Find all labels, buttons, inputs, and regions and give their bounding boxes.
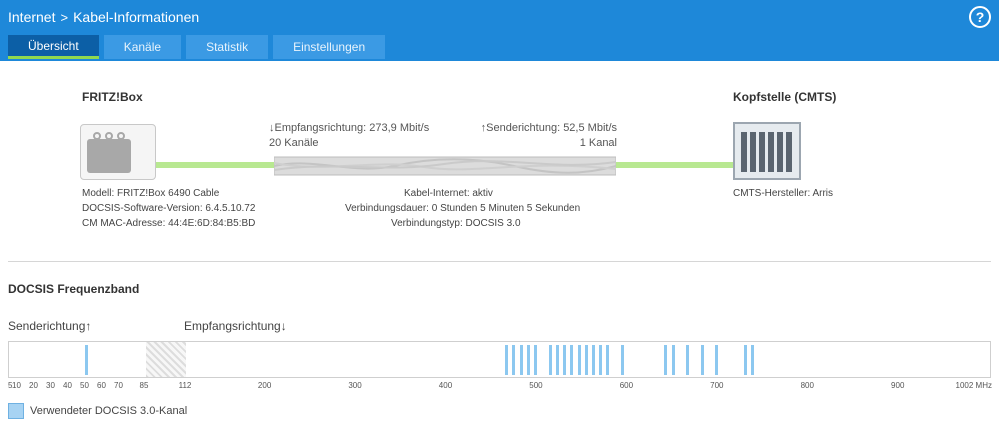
frequency-band [8, 341, 991, 378]
chevron-right-icon: > [60, 9, 69, 25]
downstream-channel-bar [592, 345, 596, 375]
frequency-tick: 200 [257, 381, 272, 390]
frequency-tick: 300 [348, 381, 362, 390]
tab-uebersicht[interactable]: Übersicht [8, 35, 99, 59]
downstream-channel-bar [519, 345, 523, 375]
downstream-channel-bar [715, 345, 719, 375]
connection-type: Verbindungstyp: DOCSIS 3.0 [391, 218, 521, 229]
upstream-label: Senderichtung↑ [8, 319, 92, 333]
downstream-channel-bar [563, 345, 567, 375]
connection-line [156, 153, 733, 181]
downstream-channel-bar [534, 345, 538, 375]
upstream-rate: ↑Senderichtung: 52,5 Mbit/s [480, 122, 617, 134]
legend: Verwendeter DOCSIS 3.0-Kanal [8, 403, 187, 419]
downstream-channel-bar [620, 345, 624, 375]
frequency-tick: 900 [891, 381, 905, 390]
frequency-tick: 1002 MHz [955, 381, 992, 390]
downstream-channel-bar [577, 345, 581, 375]
frequency-tick: 30 [46, 381, 55, 390]
downstream-channel-bar [686, 345, 690, 375]
device-title: FRITZ!Box [82, 90, 143, 104]
downstream-channel-bar [512, 345, 516, 375]
downstream-channel-bar [606, 345, 610, 375]
device-docsis-version: DOCSIS-Software-Version: 6.4.5.10.72 [82, 203, 256, 214]
upstream-channel-bar [84, 345, 88, 375]
cmts-server-icon [733, 122, 801, 180]
frequency-tick: 112 [178, 381, 192, 390]
downstream-channel-bar [570, 345, 574, 375]
divider [8, 261, 991, 262]
link-line-left [156, 162, 286, 168]
top-bar: Internet > Kabel-Informationen ? Übersic… [0, 0, 999, 61]
frequency-tick: 40 [63, 381, 72, 390]
frequency-tick: 60 [97, 381, 106, 390]
frequency-tick: 10 [12, 381, 21, 390]
tab-kanaele[interactable]: Kanäle [103, 35, 182, 59]
downstream-channel-bar [671, 345, 675, 375]
frequency-tick: 70 [114, 381, 123, 390]
frequency-tick: 85 [139, 381, 149, 390]
downstream-channel-bar [751, 345, 755, 375]
downstream-channel-bar [548, 345, 552, 375]
downstream-channel-bar [584, 345, 588, 375]
downstream-label: Empfangsrichtung↓ [184, 319, 287, 333]
downstream-channel-bar [555, 345, 559, 375]
frequency-tick: 600 [619, 381, 634, 390]
downstream-channel-bar [743, 345, 747, 375]
frequency-tick: 50 [80, 381, 89, 390]
tab-bar: Übersicht Kanäle Statistik Einstellungen [8, 35, 390, 59]
downstream-channel-bar [526, 345, 530, 375]
frequency-tick: 20 [29, 381, 38, 390]
downstream-channel-bar [599, 345, 603, 375]
connection-duration: Verbindungsdauer: 0 Stunden 5 Minuten 5 … [345, 203, 581, 214]
upstream-channels: 1 Kanal [579, 137, 617, 149]
connection-status: Kabel-Internet: aktiv [404, 188, 493, 199]
cmts-vendor: CMTS-Hersteller: Arris [733, 188, 834, 199]
frequency-tick: 400 [438, 381, 453, 390]
link-line-right [604, 162, 733, 168]
device-model: Modell: FRITZ!Box 6490 Cable [82, 188, 220, 199]
breadcrumb-current: Kabel-Informationen [73, 9, 200, 25]
tab-einstellungen[interactable]: Einstellungen [273, 35, 386, 59]
breadcrumb-internet[interactable]: Internet [8, 9, 55, 25]
router-body [87, 139, 131, 173]
tab-statistik[interactable]: Statistik [186, 35, 269, 59]
cmts-title: Kopfstelle (CMTS) [733, 90, 837, 104]
frequency-tick: 700 [710, 381, 724, 390]
downstream-channel-bar [700, 345, 704, 375]
downstream-channel-bar [664, 345, 668, 375]
breadcrumb: Internet > Kabel-Informationen [8, 9, 199, 25]
downstream-rate: ↓Empfangsrichtung: 273,9 Mbit/s [269, 122, 430, 134]
device-mac: CM MAC-Adresse: 44:4E:6D:84:B5:BD [82, 218, 256, 229]
downstream-channel-bar [505, 345, 509, 375]
cable-bundle-icon [274, 156, 616, 176]
guard-band [146, 342, 186, 377]
downstream-channels: 20 Kanäle [269, 137, 319, 149]
frequency-tick: 500 [529, 381, 543, 390]
legend-swatch [8, 403, 24, 419]
router-icon [80, 124, 156, 180]
band-title: DOCSIS Frequenzband [8, 282, 140, 296]
help-icon[interactable]: ? [969, 6, 991, 28]
frequency-tick: 800 [800, 381, 814, 390]
legend-label: Verwendeter DOCSIS 3.0-Kanal [30, 405, 188, 417]
